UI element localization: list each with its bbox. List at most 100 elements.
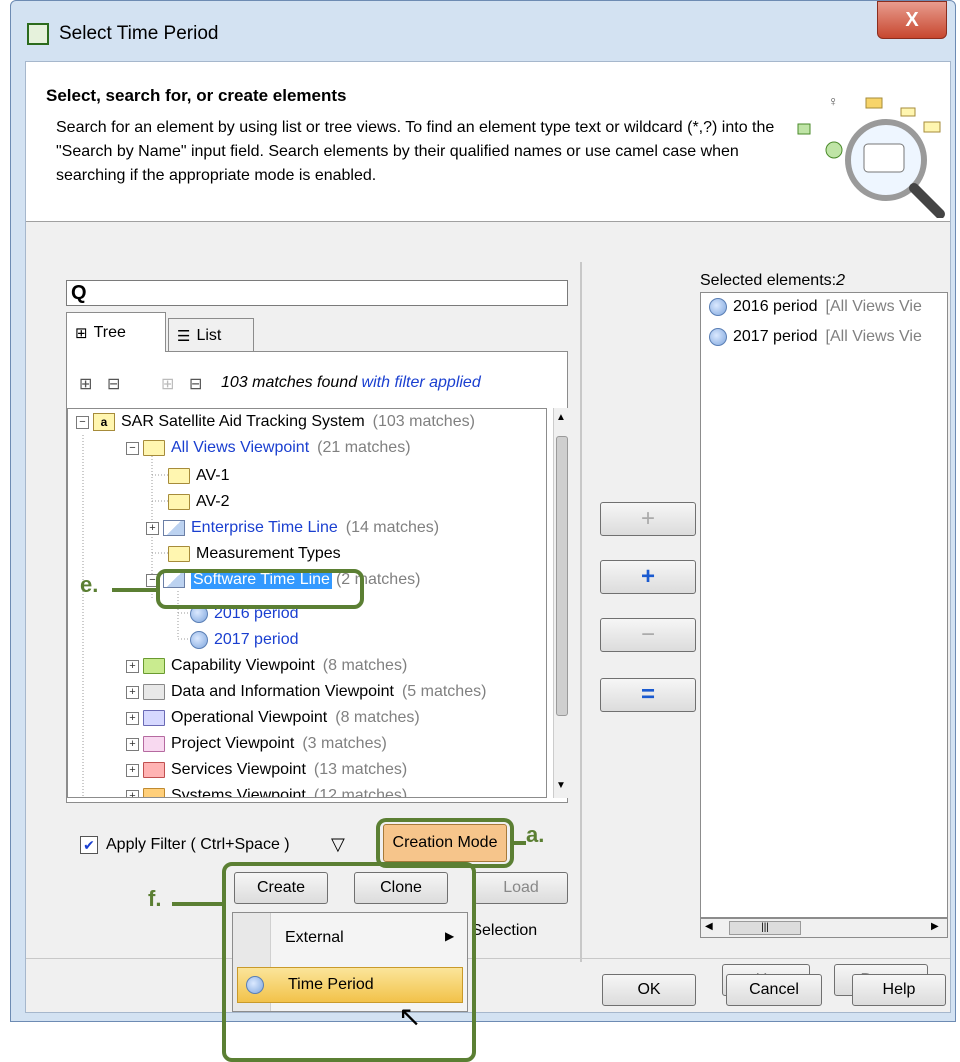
tree-item-operational[interactable]: + Operational Viewpoint (8 matches) (126, 705, 420, 731)
filter-applied-link[interactable]: with filter applied (362, 374, 481, 391)
create-button[interactable]: Create (234, 872, 328, 904)
help-button[interactable]: Help (852, 974, 946, 1006)
tree-item-av1[interactable]: AV-1 (168, 463, 230, 489)
hscroll-thumb[interactable]: ||| (729, 921, 801, 935)
expand-icon[interactable]: + (126, 685, 139, 699)
clock-icon (190, 631, 208, 649)
dialog-window: Select Time Period X Select, search for,… (10, 0, 956, 1062)
folder-icon (143, 684, 165, 700)
folder-icon (143, 440, 165, 456)
selected-item-name: 2016 period (733, 298, 818, 315)
collapse-selected-icon[interactable]: ⊟ (189, 374, 202, 394)
ok-button[interactable]: OK (602, 974, 696, 1006)
tree-item-av2[interactable]: AV-2 (168, 489, 230, 515)
folder-icon (143, 710, 165, 726)
callout-e-line (112, 588, 158, 592)
collapse-all-icon[interactable]: ⊟ (107, 374, 120, 394)
folder-icon (168, 494, 190, 510)
filter-icon[interactable]: ▽ (331, 834, 345, 855)
clock-icon (709, 298, 727, 316)
menu-item-external[interactable]: External ▶ (233, 921, 467, 955)
tree-item-capability[interactable]: + Capability Viewpoint (8 matches) (126, 653, 407, 679)
tab-tree[interactable]: ⊞ Tree (66, 312, 166, 352)
selected-count: 2 (836, 272, 845, 289)
menu-item-label: External (285, 929, 344, 946)
expand-icon[interactable]: + (126, 711, 139, 725)
selected-item[interactable]: 2016 period [All Views Vie (709, 293, 922, 321)
selected-item-path: [All Views Vie (825, 298, 922, 315)
tree-item-label: SAR Satellite Aid Tracking System (121, 413, 365, 430)
add-button[interactable]: + (600, 502, 696, 536)
expand-icon[interactable]: + (126, 789, 139, 797)
selected-elements-label: Selected elements:2 (700, 272, 845, 290)
selected-item[interactable]: 2017 period [All Views Vie (709, 323, 922, 351)
collapse-icon[interactable]: − (126, 441, 139, 455)
creation-mode-button[interactable]: Creation Mode (383, 824, 507, 862)
folder-icon (143, 788, 165, 797)
menu-item-label: Time Period (288, 976, 374, 993)
tree-item-root[interactable]: − a SAR Satellite Aid Tracking System (1… (76, 409, 475, 435)
selected-item-path: [All Views Vie (825, 328, 922, 345)
selected-list-hscrollbar[interactable]: ◀ ||| ▶ (700, 918, 948, 938)
expand-all-icon[interactable]: ⊞ (79, 374, 92, 394)
tree-item-label: All Views Viewpoint (171, 439, 310, 456)
tree-item-data-info[interactable]: + Data and Information Viewpoint (5 matc… (126, 679, 486, 705)
match-count: (103 matches) (372, 413, 475, 430)
mouse-cursor-icon: ↖ (398, 1001, 422, 1032)
expand-icon[interactable]: + (146, 521, 159, 535)
scroll-right-icon[interactable]: ▶ (931, 921, 939, 932)
cancel-button[interactable]: Cancel (726, 974, 822, 1006)
tree-item-systems[interactable]: + Systems Viewpoint (12 matches) (126, 783, 408, 798)
selected-elements-list[interactable]: 2016 period [All Views Vie 2017 period [… (700, 292, 948, 918)
create-menu: External ▶ Time Period (232, 912, 468, 1012)
submenu-arrow-icon: ▶ (445, 929, 455, 943)
match-count: (21 matches) (317, 439, 411, 456)
tree-item-all-views[interactable]: − All Views Viewpoint (21 matches) (126, 435, 411, 461)
scroll-left-icon[interactable]: ◀ (705, 921, 713, 932)
scroll-up-icon[interactable]: ▲ (556, 412, 566, 423)
apply-filter-checkbox[interactable]: ✔ (80, 836, 98, 854)
expand-icon[interactable]: + (126, 659, 139, 673)
tree-item-enterprise[interactable]: + Enterprise Time Line (14 matches) (146, 515, 439, 541)
tree-item-label: Measurement Types (196, 545, 341, 562)
expand-icon[interactable]: + (126, 763, 139, 777)
expand-selected-icon[interactable]: ⊞ (161, 374, 174, 394)
selected-label-text: Selected elements: (700, 272, 837, 289)
load-button[interactable]: Load (474, 872, 568, 904)
header-title: Select, search for, or create elements (46, 86, 347, 105)
match-count: (13 matches) (313, 761, 408, 778)
list-view-icon: ☰ (177, 327, 191, 345)
tree-scroll-thumb[interactable] (556, 436, 568, 716)
close-button[interactable]: X (877, 1, 947, 39)
footer-separator (26, 958, 950, 959)
collapse-icon[interactable]: − (76, 415, 89, 429)
dialog-body: Select, search for, or create elements S… (25, 61, 951, 1062)
remove-button[interactable]: − (600, 618, 696, 652)
tree-item-label: Project Viewpoint (171, 735, 295, 752)
callout-f-label: f. (148, 886, 162, 911)
tab-list[interactable]: ☰ List (168, 318, 254, 352)
tree-item-project[interactable]: + Project Viewpoint (3 matches) (126, 731, 387, 757)
menu-item-time-period[interactable]: Time Period (237, 967, 463, 1003)
match-count: (12 matches) (313, 787, 408, 798)
title-bar[interactable]: Select Time Period X (11, 1, 955, 59)
tree-scrollbar[interactable]: ▲ ▼ (553, 408, 569, 798)
magnifier-elements-icon: ♀ (797, 93, 945, 218)
expand-icon[interactable]: + (126, 737, 139, 751)
tree-item-measurement[interactable]: Measurement Types (168, 541, 341, 567)
tree-item-services[interactable]: + Services Viewpoint (13 matches) (126, 757, 407, 783)
remove-all-button[interactable]: = (600, 678, 696, 712)
folder-icon (143, 658, 165, 674)
scroll-down-icon[interactable]: ▼ (556, 780, 566, 791)
search-input[interactable]: Q (66, 280, 568, 306)
clone-button[interactable]: Clone (354, 872, 448, 904)
diagram-icon (163, 520, 185, 536)
svg-text:♀: ♀ (828, 93, 839, 109)
match-count: (8 matches) (322, 657, 408, 674)
add-recursively-button[interactable]: + (600, 560, 696, 594)
tree-item-label: AV-2 (196, 493, 230, 510)
callout-a-line (514, 841, 526, 845)
tree-toolbar: ⊞ ⊟ ⊞ ⊟ 103 matches found with filter ap… (79, 370, 559, 400)
dialog-header: Select, search for, or create elements S… (26, 62, 950, 222)
tree-item-2017[interactable]: 2017 period (190, 627, 299, 653)
